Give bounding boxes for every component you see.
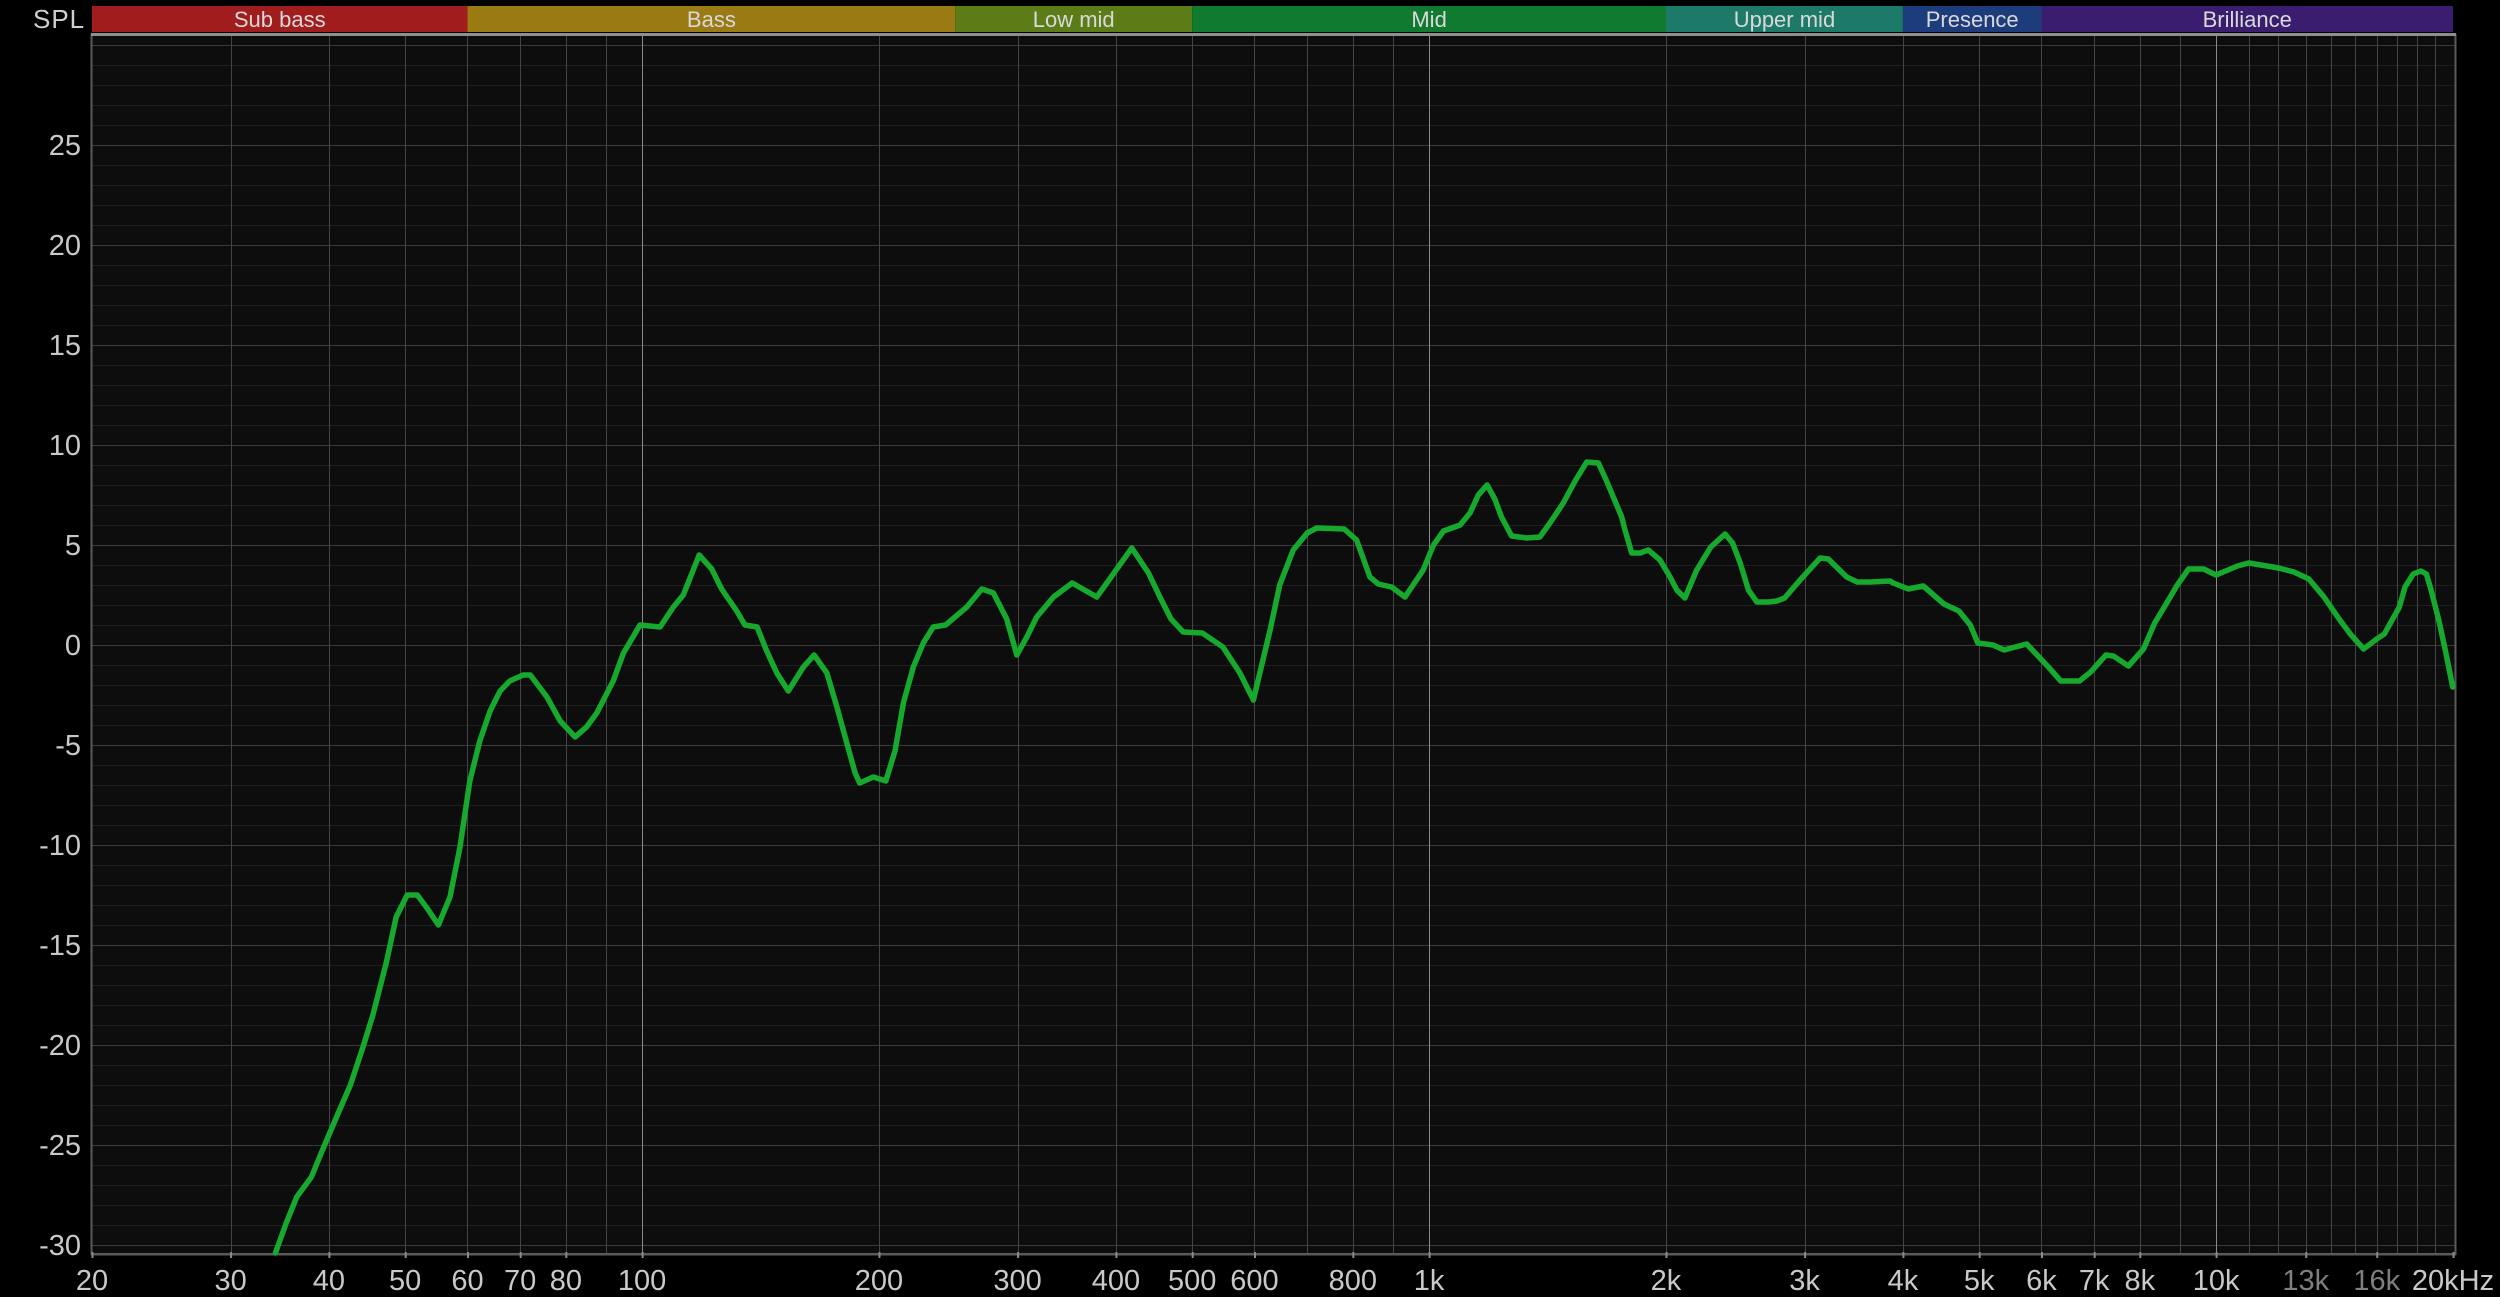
x-tick-label: 5k xyxy=(1964,1265,1995,1297)
x-tick-label: 70 xyxy=(504,1265,536,1297)
band-label: Low mid xyxy=(1033,7,1115,32)
x-tick-label: 6k xyxy=(2026,1265,2057,1297)
x-tick-label: 7k xyxy=(2079,1265,2110,1297)
x-tick-label: 60 xyxy=(451,1265,483,1297)
frequency-bands: Sub bass Bass Low mid Mid Upper mid Presence B… xyxy=(91,6,2456,36)
plot-background xyxy=(92,34,2455,1253)
x-tick-label: 10k xyxy=(2193,1265,2240,1297)
band-label: Presence xyxy=(1926,7,2019,32)
band-label: Mid xyxy=(1411,7,1446,32)
y-tick-label: -30 xyxy=(39,1230,81,1262)
y-axis-labels: 25 20 15 10 5 0 -5 -10 -15 -20 -25 -30 xyxy=(39,130,81,1262)
x-tick-label: 400 xyxy=(1092,1265,1140,1297)
x-tick-label: 4k xyxy=(1888,1265,1919,1297)
y-tick-label: -20 xyxy=(39,1030,81,1062)
band-label: Upper mid xyxy=(1734,7,1835,32)
x-tick-label: 2k xyxy=(1651,1265,1682,1297)
x-axis-labels: 20 30 40 50 60 70 80 100 200 300 400 500 600 800 1k 2k 3… xyxy=(76,1252,2494,1297)
x-tick-label: 1k xyxy=(1414,1265,1445,1297)
x-tick-label: 80 xyxy=(550,1265,582,1297)
band-label: Sub bass xyxy=(234,7,326,32)
band-separator xyxy=(91,33,2456,36)
y-tick-label: -25 xyxy=(39,1130,81,1162)
spl-analyzer: SPL Sub bass Bass Low mid Mid Upper mid Prese… xyxy=(0,0,2500,1297)
y-tick-label: 5 xyxy=(65,530,81,562)
y-tick-label: 20 xyxy=(49,230,81,262)
x-tick-label: 30 xyxy=(214,1265,246,1297)
y-tick-label: -15 xyxy=(39,930,81,962)
x-tick-label: 20 xyxy=(76,1265,108,1297)
x-tick-label: 50 xyxy=(389,1265,421,1297)
x-tick-label: 16k xyxy=(2353,1265,2400,1297)
x-tick-label: 3k xyxy=(1789,1265,1820,1297)
y-tick-label: 10 xyxy=(49,430,81,462)
x-tick-label: 300 xyxy=(993,1265,1041,1297)
x-tick-label: 13k xyxy=(2282,1265,2329,1297)
x-tick-label: 20kHz xyxy=(2412,1265,2494,1297)
band-label: Brilliance xyxy=(2203,7,2292,32)
y-tick-label: 0 xyxy=(65,630,81,662)
spl-axis-title: SPL xyxy=(33,4,85,35)
y-tick-label: -5 xyxy=(55,730,81,762)
y-tick-label: -10 xyxy=(39,830,81,862)
x-tick-label: 8k xyxy=(2125,1265,2156,1297)
x-tick-label: 600 xyxy=(1230,1265,1278,1297)
y-tick-label: 15 xyxy=(49,330,81,362)
x-tick-label: 40 xyxy=(313,1265,345,1297)
frequency-response-chart: Sub bass Bass Low mid Mid Upper mid Presence B… xyxy=(0,0,2500,1297)
x-tick-label: 200 xyxy=(855,1265,903,1297)
x-tick-label: 500 xyxy=(1168,1265,1216,1297)
y-tick-label: 25 xyxy=(49,130,81,162)
x-tick-label: 800 xyxy=(1329,1265,1377,1297)
band-label: Bass xyxy=(687,7,736,32)
x-tick-label: 100 xyxy=(618,1265,666,1297)
